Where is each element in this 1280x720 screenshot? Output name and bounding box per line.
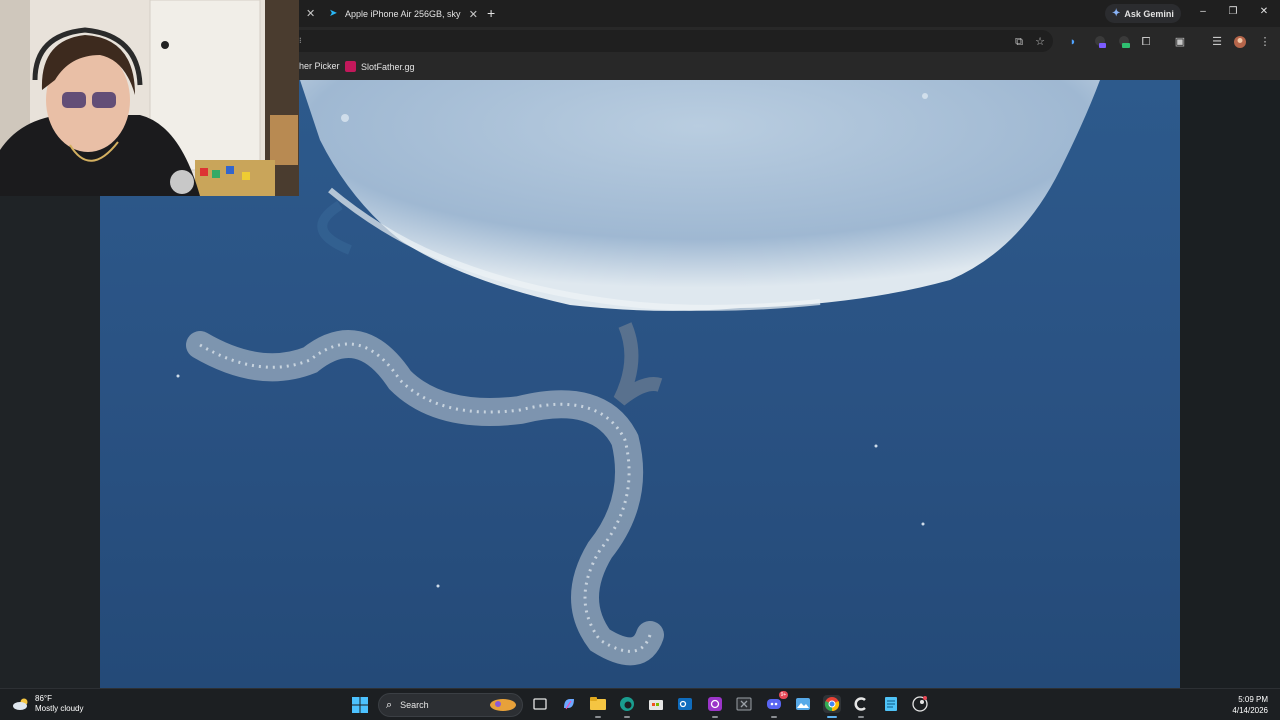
- bookmark-label: SlotFather.gg: [361, 61, 415, 72]
- search-label: Search: [400, 700, 429, 710]
- reading-list-icon[interactable]: ☰: [1210, 35, 1224, 49]
- install-app-icon[interactable]: ⧉: [1012, 35, 1026, 49]
- taskbar-search-box[interactable]: ⌕ Search: [378, 693, 523, 717]
- webcam-overlay: [0, 0, 299, 196]
- streamer-webcam-feed: [0, 0, 299, 196]
- windows-start-icon[interactable]: [352, 697, 368, 713]
- desktop-left-margin: [0, 196, 100, 688]
- discord-notification-badge: 9+: [779, 691, 788, 699]
- ccleaner-icon[interactable]: [852, 695, 870, 718]
- obs-icon[interactable]: [706, 695, 724, 718]
- bookmarks-bar: her Picker SlotFather.gg: [299, 55, 1280, 80]
- task-view-icon[interactable]: [531, 695, 549, 713]
- minimize-button[interactable]: –: [1196, 6, 1210, 17]
- store-icon[interactable]: [647, 695, 665, 713]
- notepad-icon[interactable]: [882, 695, 900, 713]
- tab-close-icon[interactable]: ✕: [469, 8, 478, 21]
- search-icon: ⌕: [386, 698, 393, 711]
- cloudy-weather-icon: [13, 698, 28, 710]
- search-highlight-icon: [490, 699, 516, 711]
- sidepanel-icon[interactable]: ▣: [1173, 35, 1187, 49]
- ask-gemini-button[interactable]: ✦ Ask Gemini: [1105, 4, 1181, 23]
- extension-icon-1[interactable]: ◗: [1066, 35, 1080, 49]
- extension-icon-3[interactable]: [1117, 35, 1131, 49]
- close-window-button[interactable]: ✕: [1257, 6, 1271, 17]
- weather-condition: Mostly cloudy: [35, 704, 84, 713]
- file-explorer-icon[interactable]: [589, 695, 607, 718]
- bookmark-item[interactable]: her Picker: [299, 61, 340, 71]
- photos-icon[interactable]: [794, 695, 812, 713]
- clock-time: 5:09 PM: [1238, 695, 1268, 704]
- restore-button[interactable]: ❐: [1226, 6, 1240, 17]
- chrome-icon[interactable]: [823, 695, 841, 718]
- system-clock[interactable]: 5:09 PM 4/14/2026: [1232, 694, 1268, 716]
- weather-temperature: 86°F: [35, 694, 52, 703]
- puzzle-icon[interactable]: ⧠: [1139, 35, 1153, 49]
- clock-date: 4/14/2026: [1232, 706, 1268, 715]
- menu-icon[interactable]: ⋮: [1258, 35, 1272, 49]
- discord-icon[interactable]: 9+: [765, 691, 788, 718]
- gemini-sparkle-icon: ✦: [1112, 8, 1121, 19]
- edge-icon[interactable]: [618, 695, 636, 718]
- tab-active[interactable]: ➤ Apple iPhone Air 256GB, sky bl ✕: [322, 3, 478, 25]
- new-tab-button[interactable]: +: [487, 5, 495, 21]
- site-info-icon[interactable]: ⁝: [299, 36, 302, 45]
- bookmark-item[interactable]: SlotFather.gg: [345, 61, 415, 72]
- address-bar[interactable]: ⁝: [299, 30, 1053, 52]
- weather-widget[interactable]: 86°F Mostly cloudy: [12, 694, 83, 714]
- bookmark-favicon-icon: [345, 61, 356, 72]
- tab-title: Apple iPhone Air 256GB, sky bl: [344, 9, 463, 19]
- extension-icon-2[interactable]: [1093, 35, 1107, 49]
- ask-gemini-label: Ask Gemini: [1124, 8, 1174, 19]
- bookmark-label: her Picker: [299, 61, 340, 71]
- profile-icon[interactable]: [1233, 35, 1247, 49]
- tab-favicon-icon: ➤: [329, 8, 338, 19]
- copilot-icon[interactable]: [560, 695, 578, 713]
- previous-tab-close-icon[interactable]: ✕: [306, 7, 315, 20]
- browser-tab-strip: ✕ ➤ Apple iPhone Air 256GB, sky bl ✕ + ✦…: [299, 0, 1280, 27]
- steam-icon[interactable]: [911, 695, 929, 713]
- star-icon[interactable]: ☆: [1033, 35, 1047, 49]
- excel-icon[interactable]: [735, 695, 753, 713]
- outlook-icon[interactable]: [676, 695, 694, 713]
- browser-toolbar: ⁝ ⧉ ☆ ◗ ⧠ ▣ ☰ ⋮: [299, 27, 1280, 55]
- taskbar: 86°F Mostly cloudy ⌕ Search 9+ 5:09 PM 4…: [0, 688, 1280, 720]
- desktop-right-margin: [1180, 80, 1280, 688]
